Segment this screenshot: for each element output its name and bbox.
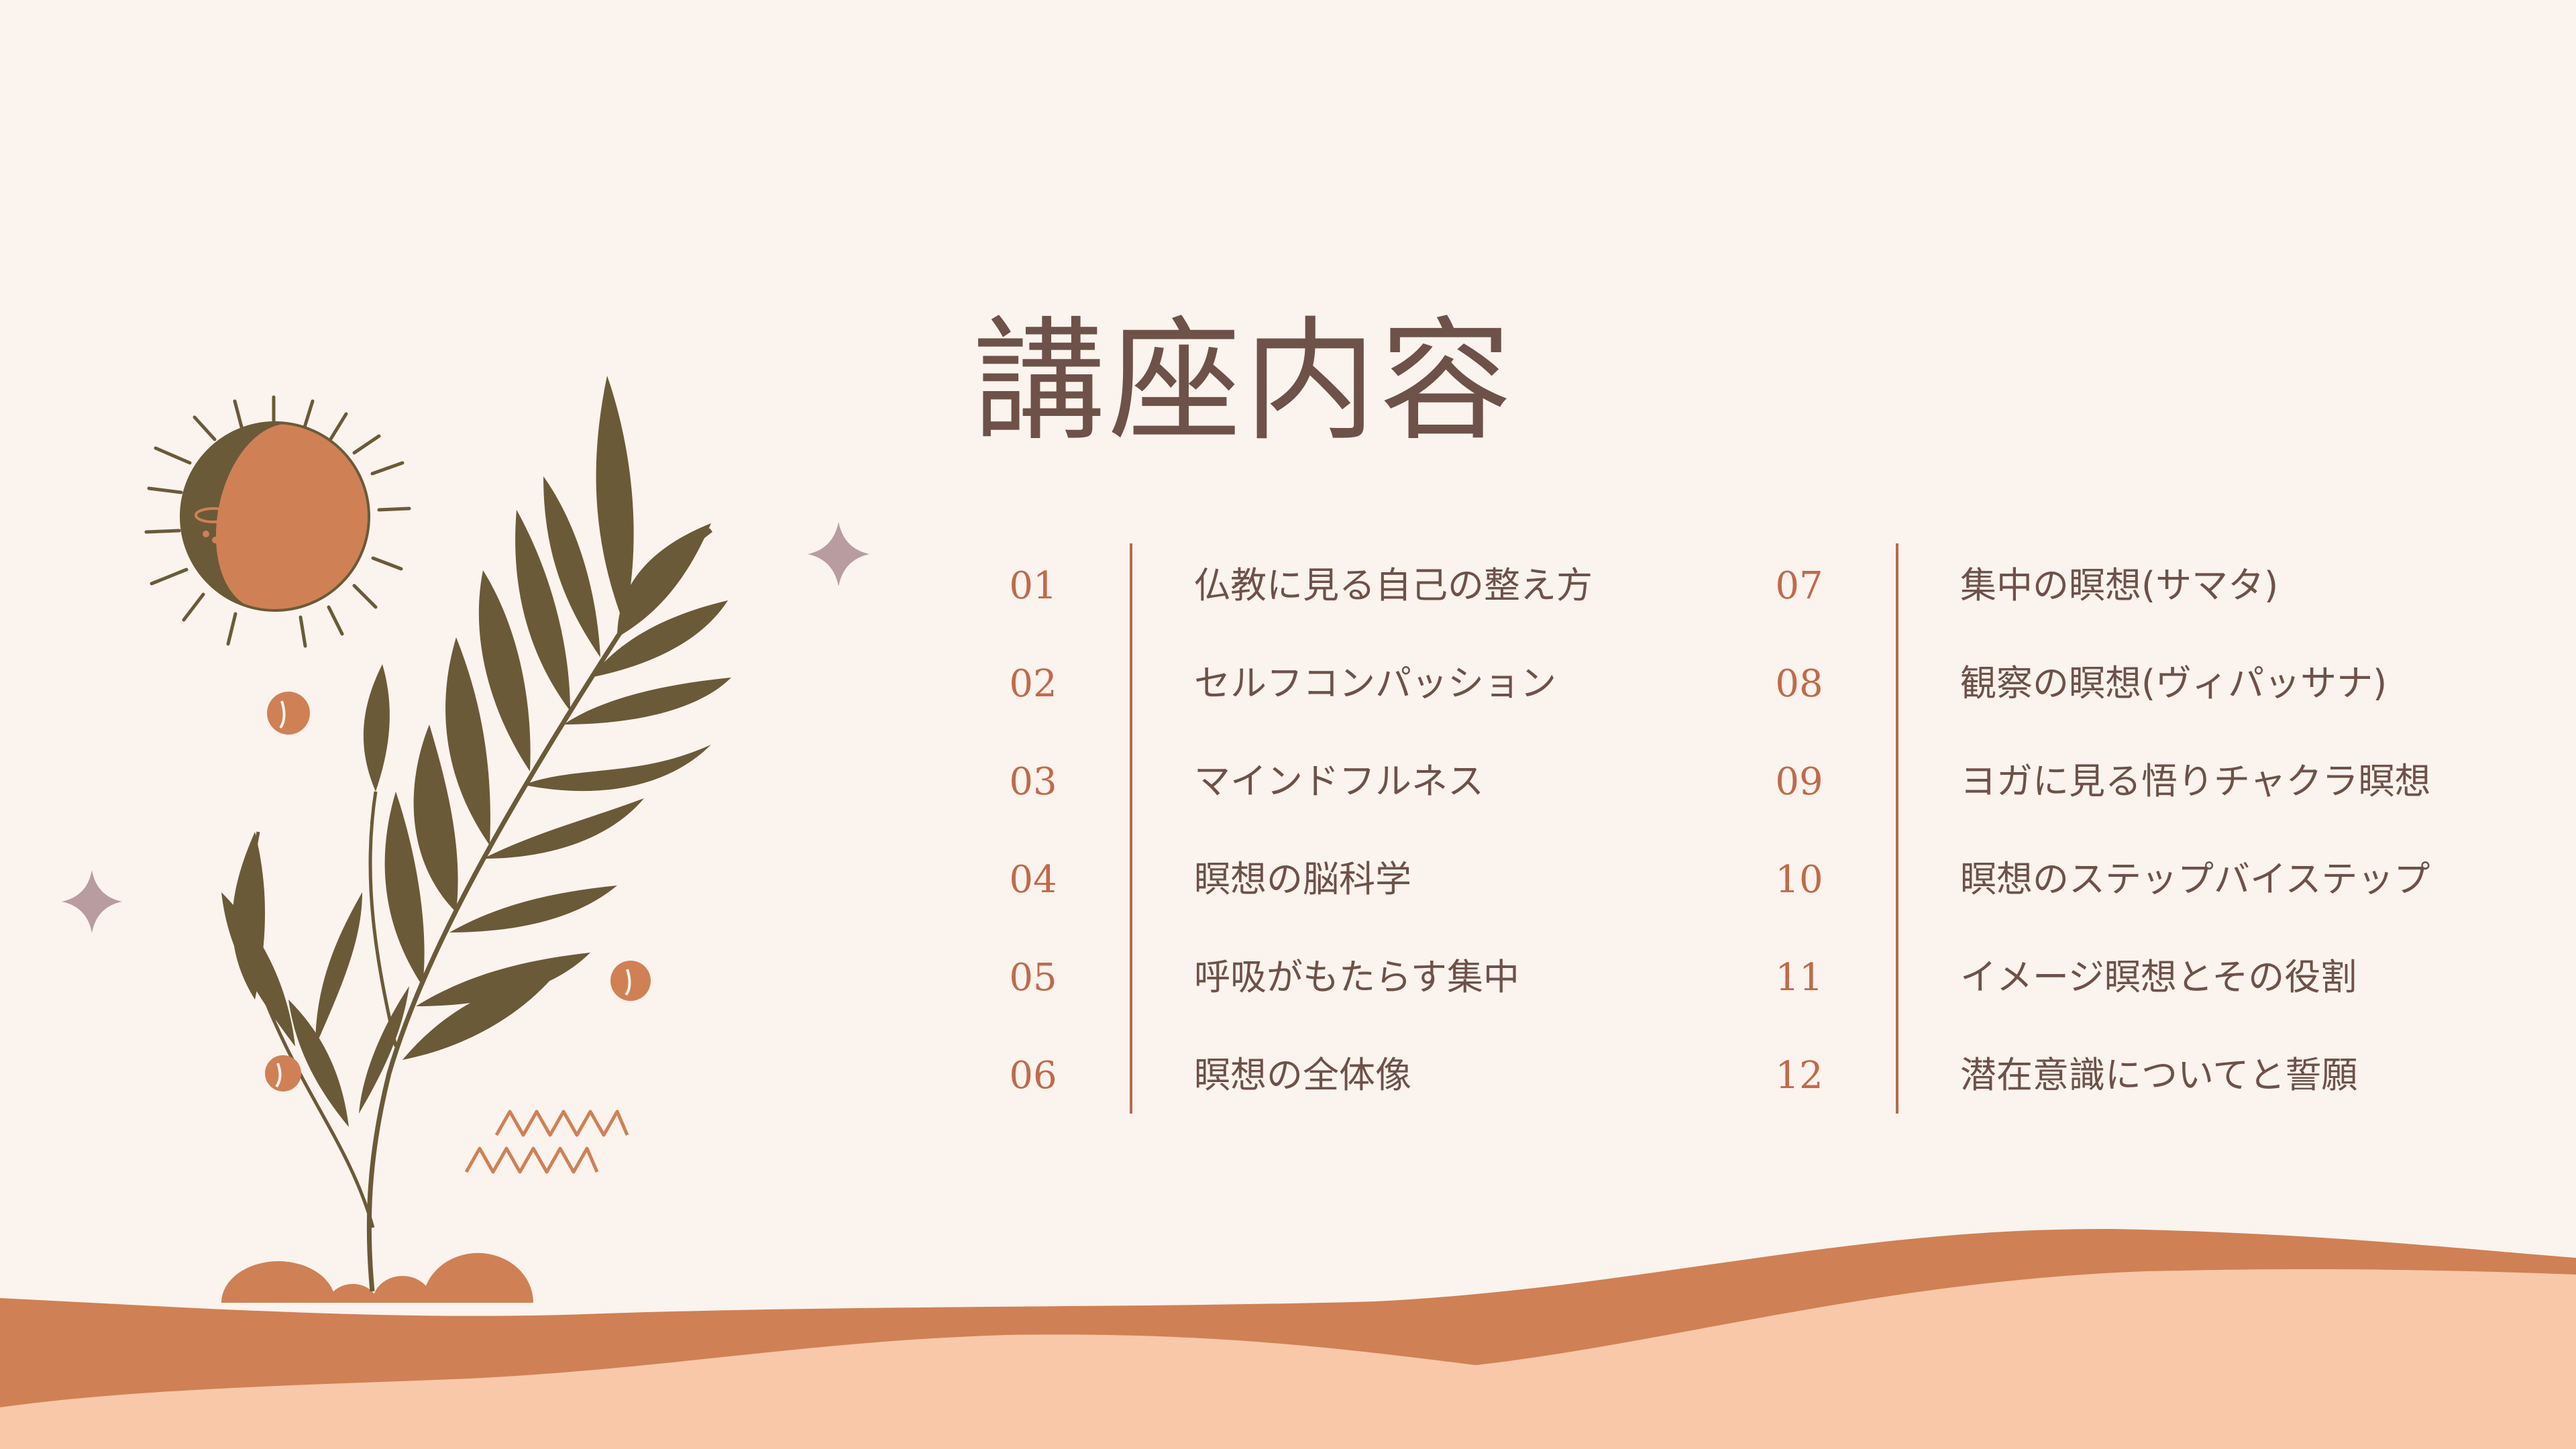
item-number: 07	[1775, 564, 1823, 608]
item-number: 05	[1009, 956, 1057, 1000]
item-number: 01	[1009, 564, 1057, 608]
item-number: 10	[1775, 858, 1823, 902]
sparkle-icon	[808, 522, 869, 586]
item-number: 03	[1009, 760, 1057, 804]
item-number: 09	[1775, 760, 1823, 804]
topic-label: イメージ瞑想とその役割	[1960, 956, 2357, 998]
sparkle-icon	[62, 870, 122, 933]
column-divider	[1130, 543, 1132, 1114]
slide: 講座内容 01 02 03 04 05 06 仏教に見る自己の整え方 セルフコン…	[0, 0, 2576, 1449]
topic-label: 瞑想のステップバイステップ	[1960, 858, 2430, 900]
topic-label: 瞑想の脳科学	[1194, 858, 1411, 900]
mounds-icon	[221, 1252, 533, 1303]
item-number: 02	[1009, 662, 1057, 706]
topic-label: マインドフルネス	[1194, 760, 1484, 802]
topic-label: 仏教に見る自己の整え方	[1194, 564, 1593, 606]
zigzag-icon	[464, 1110, 629, 1174]
column-divider	[1896, 543, 1898, 1114]
topic-label: 観察の瞑想(ヴィパッサナ)	[1960, 662, 2387, 704]
topic-label: 呼吸がもたらす集中	[1194, 956, 1519, 998]
item-number: 11	[1775, 956, 1823, 1000]
topic-label: セルフコンパッション	[1194, 662, 1556, 704]
item-number: 04	[1009, 858, 1057, 902]
item-number: 08	[1775, 662, 1823, 706]
topic-label: 集中の瞑想(サマタ)	[1960, 564, 2279, 606]
topic-label: 瞑想の全体像	[1194, 1054, 1411, 1096]
item-number: 06	[1009, 1054, 1057, 1097]
item-number: 12	[1775, 1054, 1823, 1097]
topic-label: ヨガに見る悟りチャクラ瞑想	[1960, 760, 2431, 802]
topic-label: 潜在意識についてと誓願	[1960, 1054, 2358, 1096]
decorations	[0, 376, 2576, 1449]
sun-icon	[144, 395, 411, 648]
page-title: 講座内容	[973, 304, 1515, 459]
